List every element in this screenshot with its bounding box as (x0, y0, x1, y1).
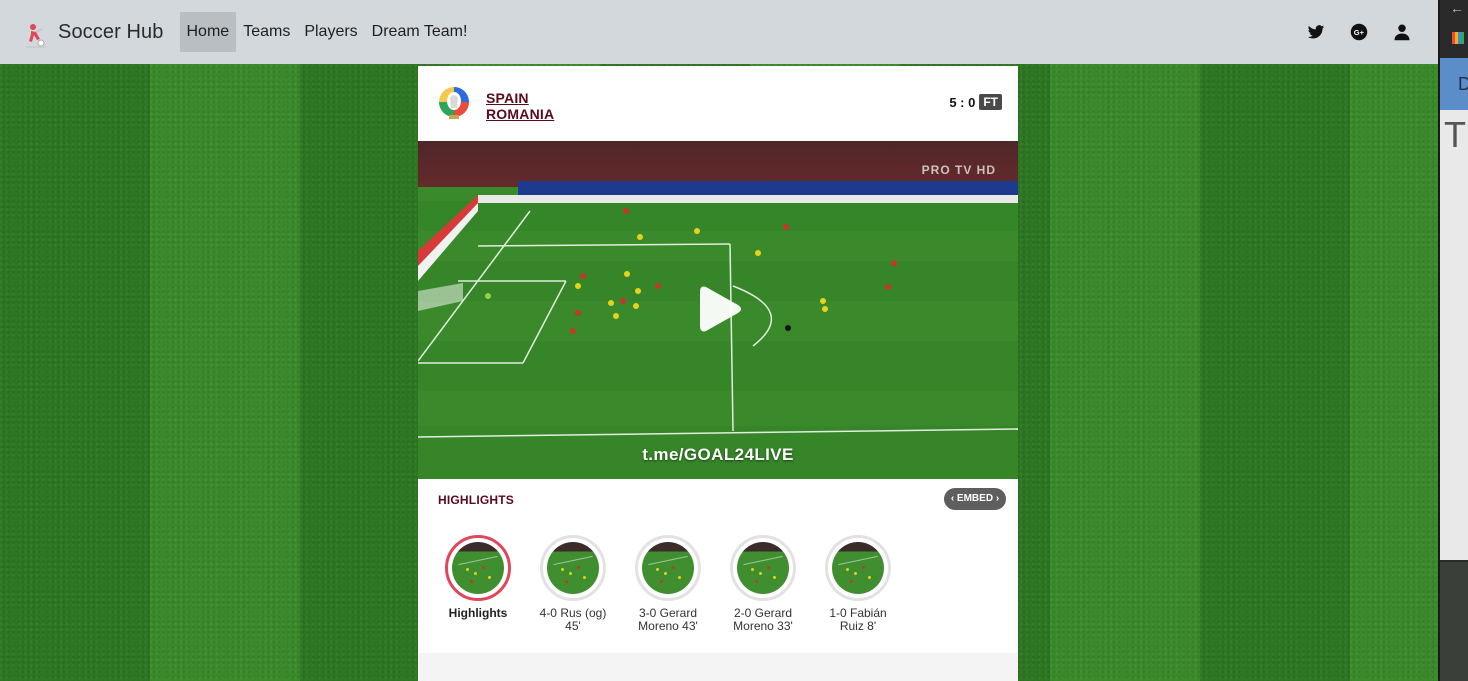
match-score: 5 : 0 (949, 94, 976, 110)
embed-button[interactable]: ‹ EMBED › (944, 488, 1006, 510)
side-image-area (1440, 562, 1468, 681)
team-names: SPAIN ROMANIA (486, 90, 554, 122)
euro-competition-logo-icon (439, 87, 469, 119)
match-video-player[interactable]: PRO TV HD t.me/GOAL24LIVE (418, 141, 1018, 479)
clip-thumbnail (635, 535, 701, 601)
clip-label: 3-0 Gerard Moreno 43' (638, 606, 698, 633)
away-team-link[interactable]: ROMANIA (486, 106, 554, 122)
clip-thumbnail (445, 535, 511, 601)
clip-label: 1-0 Fabián Ruiz 8' (829, 606, 887, 633)
score-box: 5 : 0 FT (949, 94, 1002, 110)
match-card: SPAIN ROMANIA 5 : 0 FT PRO TV HD t.me/GO… (418, 66, 1018, 681)
match-header: SPAIN ROMANIA 5 : 0 FT (418, 66, 1018, 141)
side-letter-mid: Tl (1444, 114, 1468, 155)
social-icons: G+ (1283, 22, 1412, 42)
highlights-section: HIGHLIGHTS ‹ EMBED › Highlights 4-0 Rus … (418, 479, 1018, 653)
broadcaster-watermark: PRO TV HD (921, 163, 996, 177)
clip-label: Highlights (448, 606, 508, 620)
google-plus-icon[interactable]: G+ (1349, 22, 1369, 42)
main-nav: Home Teams Players Dream Team! (179, 12, 475, 52)
nav-link-players[interactable]: Players (297, 12, 364, 52)
home-team-link[interactable]: SPAIN (486, 90, 554, 106)
svg-text:G+: G+ (1354, 28, 1365, 37)
user-icon[interactable] (1392, 22, 1412, 42)
brand-home-link[interactable]: Soccer Hub (22, 15, 164, 49)
highlight-clip[interactable]: Highlights (438, 535, 518, 633)
back-arrow-icon: ← (1450, 0, 1464, 16)
apps-grid-icon (1452, 32, 1464, 44)
clip-thumbnail (825, 535, 891, 601)
match-status-badge: FT (979, 94, 1002, 110)
clip-thumbnail (730, 535, 796, 601)
video-watermark-text: t.me/GOAL24LIVE (642, 445, 794, 464)
side-tab-blue: D (1440, 58, 1468, 110)
highlight-clip[interactable]: 3-0 Gerard Moreno 43' (628, 535, 708, 633)
play-icon[interactable] (688, 279, 748, 339)
highlight-clip[interactable]: 1-0 Fabián Ruiz 8' (818, 535, 898, 633)
nav-link-dream-team[interactable]: Dream Team! (365, 12, 475, 52)
nav-link-home[interactable]: Home (179, 12, 237, 52)
brand-name: Soccer Hub (58, 20, 164, 43)
highlight-clip[interactable]: 4-0 Rus (og) 45' (533, 535, 613, 633)
nav-link-teams[interactable]: Teams (236, 12, 297, 52)
highlights-title: HIGHLIGHTS (438, 493, 514, 507)
side-page-area: Tl (1440, 110, 1468, 560)
side-letter-top: D (1458, 74, 1468, 95)
soccer-hub-logo-icon (26, 24, 46, 48)
adjacent-window-edge: ← D Tl (1438, 0, 1468, 681)
highlight-clips-list: Highlights 4-0 Rus (og) 45' 3-0 Gerard M… (438, 535, 913, 633)
clip-label: 4-0 Rus (og) 45' (539, 606, 607, 633)
twitter-icon[interactable] (1306, 22, 1326, 42)
clip-label: 2-0 Gerard Moreno 33' (733, 606, 793, 633)
highlight-clip[interactable]: 2-0 Gerard Moreno 33' (723, 535, 803, 633)
top-navbar: Soccer Hub Home Teams Players Dream Team… (0, 0, 1438, 64)
clip-thumbnail (540, 535, 606, 601)
